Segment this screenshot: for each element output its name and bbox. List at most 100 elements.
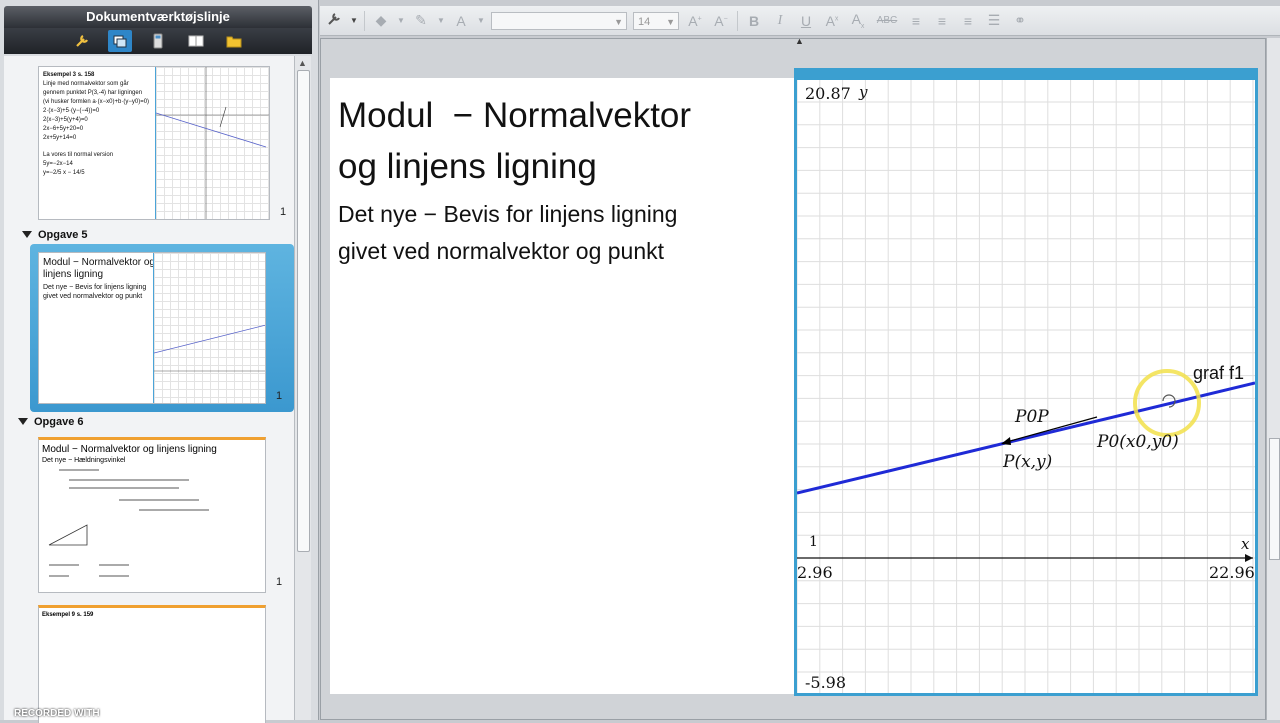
font-size-value: 14 <box>638 15 651 28</box>
function-label[interactable]: graf f1 <box>1193 363 1244 383</box>
collapse-triangle-icon[interactable] <box>22 231 32 238</box>
page-title[interactable]: Modul − Normalvektor og linjens ligning <box>338 90 691 192</box>
italic-button[interactable]: I <box>770 13 790 29</box>
thumbnail-line: 2x−6+5y+20=0 <box>43 126 84 132</box>
library-tab[interactable] <box>184 30 208 52</box>
chevron-down-icon: ▼ <box>614 16 623 27</box>
thumbnail-line: (vi husker formlen a·(x−x0)+b·(y−y0)=0) <box>43 99 150 105</box>
scroll-up-icon[interactable]: ▲ <box>298 58 307 68</box>
x-max-label[interactable]: 22.96 <box>1209 563 1255 582</box>
graph-panel-header <box>794 68 1258 80</box>
thumbnail-line: 2x+5y+14=0 <box>43 135 77 141</box>
graph-panel[interactable]: 20.87 y 1 x 2.96 22.96 -5.98 graf f1 P0P… <box>794 68 1258 696</box>
thumbnail-graph <box>155 67 269 219</box>
thumbnail-body: Det nye − Bevis for linjens ligning give… <box>43 284 147 300</box>
scratchpad-tab[interactable] <box>146 30 170 52</box>
chevron-down-icon[interactable]: ▼ <box>350 16 358 25</box>
align-center-icon[interactable]: ≡ <box>932 13 952 29</box>
thumbnail-title: Eksempel 9 s. 159 <box>42 612 94 618</box>
thumbnail-graph <box>153 253 265 403</box>
panel-title: Dokumentværktøjslinje <box>4 6 312 28</box>
thumbnail-text: Modul − Normalvektor og linjens ligning … <box>43 257 155 301</box>
collapse-arrow-icon[interactable]: ▲ <box>795 36 804 46</box>
calculator-icon <box>153 33 163 49</box>
thumbnail-line: 5y=−2x−14 <box>43 161 73 167</box>
section-title: Opgave 5 <box>38 229 88 241</box>
point-p0-label[interactable]: P0(x0,y0) <box>1096 432 1179 452</box>
page-thumbnail[interactable]: Eksempel 3 s. 158 Linje med normalvektor… <box>38 66 270 220</box>
superscript-button[interactable]: Ax <box>822 13 842 29</box>
notes-page[interactable]: Modul − Normalvektor og linjens ligning … <box>330 78 794 694</box>
toolbar-divider <box>737 10 738 31</box>
align-right-icon[interactable]: ≡ <box>958 13 978 29</box>
document-toolbar-panel: Dokumentværktøjslinje Eksempel 3 s. 158 … <box>0 0 319 723</box>
panel-tabs <box>4 28 312 54</box>
y-axis-label: y <box>858 83 868 101</box>
scrollbar-thumb[interactable] <box>1269 438 1280 560</box>
page-title-line: og linjens ligning <box>338 147 597 186</box>
page-thumbnail-selected[interactable]: Modul − Normalvektor og linjens ligning … <box>38 252 266 404</box>
vector-label[interactable]: P0P <box>1014 407 1049 427</box>
scrollbar-thumb[interactable] <box>297 70 310 552</box>
page-body-line: Det nye − Bevis for linjens ligning <box>338 201 678 227</box>
fill-color-button[interactable]: ◆ <box>371 12 391 29</box>
recording-watermark: RECORDED WITH <box>14 708 100 719</box>
thumbnail-line: 2·(x−3)+5·(y−(−4))=0 <box>43 108 100 114</box>
font-size-select[interactable]: 14 ▼ <box>633 11 679 30</box>
strikethrough-button[interactable]: ABC <box>874 15 900 26</box>
chevron-down-icon[interactable]: ▼ <box>477 16 485 25</box>
x-axis-label: x <box>1241 535 1250 553</box>
align-left-icon[interactable]: ≡ <box>906 13 926 29</box>
point-p-label[interactable]: P(x,y) <box>1002 452 1052 472</box>
thumbnail-line: y=−2/5 x − 14/5 <box>43 170 85 176</box>
content-explorer-tab[interactable] <box>222 30 246 52</box>
chevron-down-icon[interactable]: ▼ <box>437 16 445 25</box>
line-color-button[interactable]: ✎ <box>411 12 431 29</box>
section-heading[interactable]: Opgave 5 <box>22 229 88 241</box>
workspace-scrollbar[interactable] <box>1266 38 1280 720</box>
page-sorter-tab[interactable] <box>108 30 132 52</box>
increase-font-button[interactable]: A+ <box>685 13 705 29</box>
thumbnail-text: Eksempel 3 s. 158 Linje med normalvektor… <box>43 71 155 178</box>
folder-icon <box>226 36 242 48</box>
link-icon[interactable]: ⚭ <box>1010 12 1030 29</box>
wrench-icon <box>76 35 88 47</box>
tools-tab[interactable] <box>70 30 94 52</box>
section-heading[interactable]: Opgave 6 <box>18 416 84 428</box>
decrease-font-button[interactable]: A− <box>711 13 731 29</box>
font-family-select[interactable]: ▼ <box>491 11 627 30</box>
y-min-label[interactable]: -5.98 <box>805 673 846 692</box>
x-axis-arrow-icon <box>1245 554 1253 562</box>
book-icon <box>188 35 204 47</box>
thumbnail-line: Linje med normalvektor som går <box>43 81 129 87</box>
formatting-toolbar: ▼ ◆ ▼ ✎ ▼ A ▼ ▼ 14 ▼ A+ A− B I U Ax Ax AB… <box>320 6 1280 36</box>
underline-button[interactable]: U <box>796 13 816 29</box>
thumbnail-line: Eksempel 3 s. 158 <box>43 72 95 78</box>
subscript-button[interactable]: Ax <box>848 11 868 30</box>
graph-canvas[interactable]: 20.87 y 1 x 2.96 22.96 -5.98 graf f1 P0P… <box>797 71 1255 693</box>
text-color-button[interactable]: A <box>451 13 471 29</box>
chevron-down-icon[interactable]: ▼ <box>397 16 405 25</box>
page-sorter-scrollbar[interactable]: ▲ <box>294 56 311 720</box>
page-thumbnail[interactable]: Modul − Normalvektor og linjens ligning … <box>38 437 266 593</box>
page-thumbnail[interactable]: Eksempel 9 s. 159 <box>38 605 266 723</box>
pages-icon <box>113 35 127 48</box>
page-title-line: Modul − Normalvektor <box>338 96 692 135</box>
thumbnail-line: gennem punktet P(3,-4) har ligningen <box>43 90 143 96</box>
bullet-list-icon[interactable]: ☰ <box>984 12 1004 29</box>
thumbnail-graph-drawing <box>155 67 269 219</box>
collapse-triangle-icon[interactable] <box>18 418 28 425</box>
thumbnail-line: La vores til normal version <box>43 152 114 158</box>
thumbnail-graph-drawing <box>153 324 265 372</box>
graph-grid <box>797 71 1255 693</box>
x-min-label[interactable]: 2.96 <box>797 563 833 582</box>
chevron-down-icon: ▼ <box>666 16 675 27</box>
bold-button[interactable]: B <box>744 13 764 29</box>
grid-scale-label: 1 <box>809 534 818 550</box>
page-number: 1 <box>280 206 287 218</box>
thumbnail-sketch <box>48 469 209 577</box>
page-number: 1 <box>276 390 283 402</box>
tools-menu-button[interactable] <box>324 11 344 30</box>
page-body[interactable]: Det nye − Bevis for linjens ligning give… <box>338 196 677 270</box>
y-max-label[interactable]: 20.87 <box>805 84 851 103</box>
